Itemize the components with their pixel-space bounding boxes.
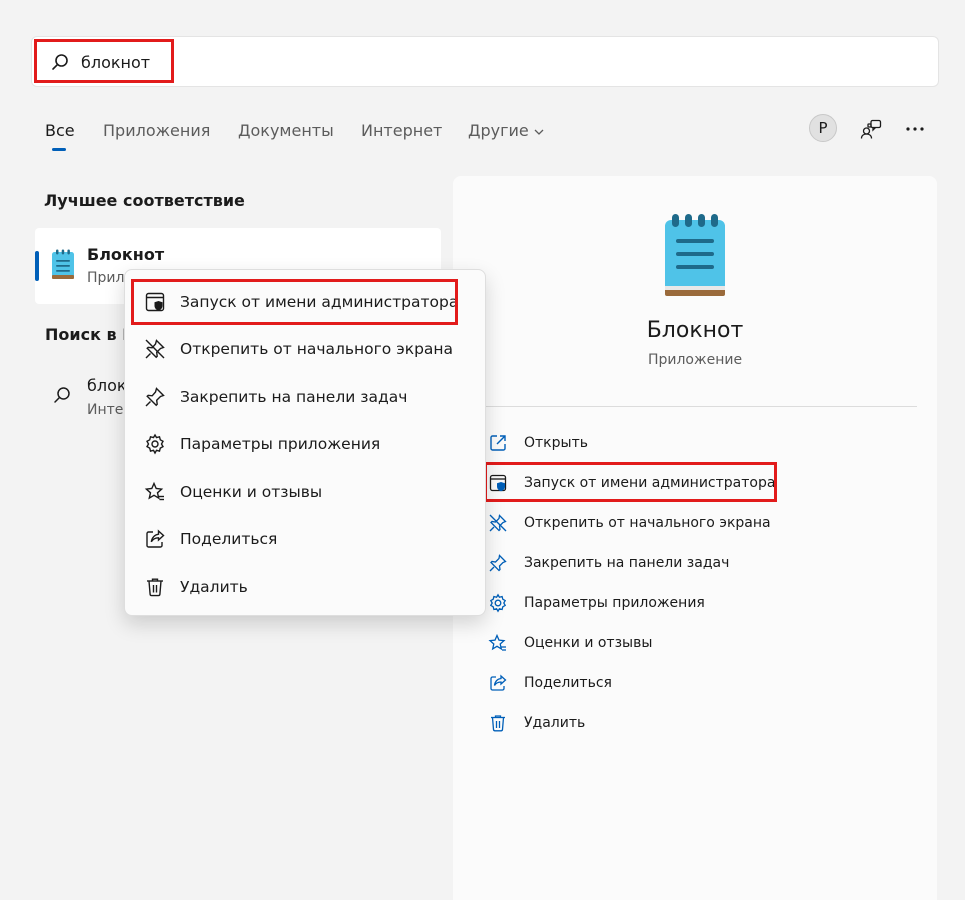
context-app-settings[interactable]: Параметры приложения	[144, 430, 380, 458]
pin-icon	[488, 553, 508, 573]
action-app-settings[interactable]: Параметры приложения	[488, 591, 705, 615]
web-result-title[interactable]: блок	[87, 376, 127, 395]
best-match-subtitle: Прил	[87, 270, 125, 286]
notepad-app-icon	[660, 212, 730, 298]
context-item-label: Поделиться	[180, 530, 278, 548]
best-match-title: Блокнот	[87, 245, 165, 264]
context-highlight-box	[131, 279, 458, 325]
search-highlight-box	[34, 39, 174, 83]
tab-other-label: Другие	[468, 121, 529, 140]
divider	[473, 406, 917, 407]
share-icon	[144, 528, 166, 550]
star-icon	[488, 633, 508, 653]
context-item-label: Оценки и отзывы	[180, 483, 323, 501]
selection-accent	[35, 251, 39, 281]
web-search-heading: Поиск в И	[45, 325, 136, 344]
tab-all[interactable]: Все	[45, 121, 75, 140]
action-label: Удалить	[524, 715, 586, 731]
best-match-heading: Лучшее соответствие	[44, 191, 245, 210]
unpin-icon	[488, 513, 508, 533]
tab-apps[interactable]: Приложения	[103, 121, 210, 140]
avatar[interactable]: P	[809, 114, 837, 142]
tab-documents[interactable]: Документы	[238, 121, 334, 140]
detail-subtitle: Приложение	[647, 352, 743, 368]
chat-feedback-icon[interactable]	[860, 118, 882, 140]
action-label: Оценки и отзывы	[524, 635, 653, 651]
action-open[interactable]: Открыть	[488, 431, 588, 455]
chevron-down-icon	[533, 126, 545, 138]
context-uninstall[interactable]: Удалить	[144, 573, 248, 601]
context-pin-taskbar[interactable]: Закрепить на панели задач	[144, 383, 407, 411]
action-label: Открыть	[524, 435, 588, 451]
context-ratings[interactable]: Оценки и отзывы	[144, 478, 322, 506]
action-label: Закрепить на панели задач	[524, 555, 730, 571]
unpin-icon	[144, 338, 166, 360]
action-label: Открепить от начального экрана	[524, 515, 771, 531]
action-label: Параметры приложения	[524, 595, 705, 611]
context-item-label: Закрепить на панели задач	[180, 388, 408, 406]
action-uninstall[interactable]: Удалить	[488, 711, 585, 735]
context-item-label: Удалить	[180, 578, 248, 596]
pin-icon	[144, 386, 166, 408]
context-unpin-start[interactable]: Открепить от начального экрана	[144, 335, 453, 363]
context-share[interactable]: Поделиться	[144, 525, 277, 553]
gear-icon	[144, 433, 166, 455]
search-icon	[52, 385, 72, 405]
trash-icon	[488, 713, 508, 733]
action-highlight-box	[484, 462, 777, 502]
context-item-label: Параметры приложения	[180, 435, 381, 453]
share-icon	[488, 673, 508, 693]
gear-icon	[488, 593, 508, 613]
context-item-label: Открепить от начального экрана	[180, 340, 454, 358]
more-options-icon[interactable]	[904, 118, 926, 140]
tab-other[interactable]: Другие	[468, 121, 545, 140]
action-unpin-start[interactable]: Открепить от начального экрана	[488, 511, 771, 535]
open-icon	[488, 433, 508, 453]
tab-web[interactable]: Интернет	[361, 121, 442, 140]
active-tab-indicator	[52, 148, 66, 151]
trash-icon	[144, 576, 166, 598]
avatar-letter: P	[818, 119, 828, 137]
notepad-app-icon	[50, 248, 76, 280]
action-ratings[interactable]: Оценки и отзывы	[488, 631, 652, 655]
star-icon	[144, 481, 166, 503]
detail-title: Блокнот	[646, 318, 744, 343]
action-label: Поделиться	[524, 675, 612, 691]
action-share[interactable]: Поделиться	[488, 671, 612, 695]
action-pin-taskbar[interactable]: Закрепить на панели задач	[488, 551, 729, 575]
